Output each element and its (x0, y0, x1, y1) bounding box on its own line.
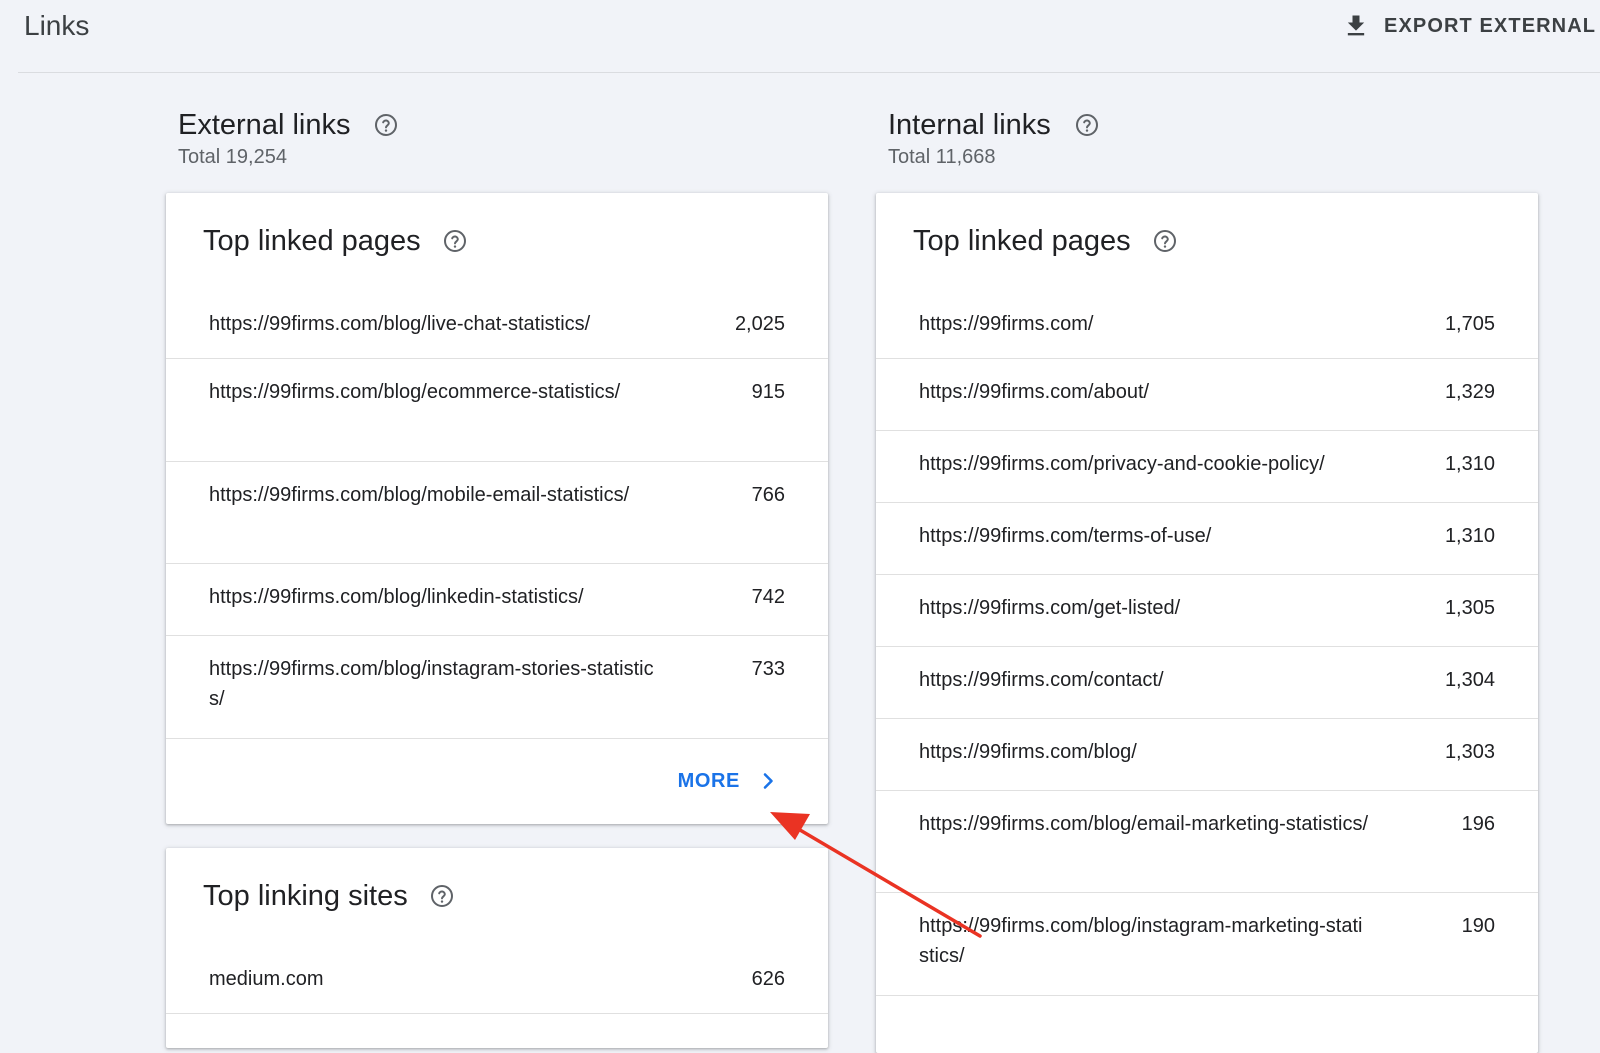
row-url: https://99firms.com/blog/mobile-email-st… (209, 484, 630, 506)
help-circle-icon[interactable] (443, 229, 467, 253)
table-row[interactable]: https://99firms.com/about/ 1,329 (876, 359, 1538, 431)
row-site: medium.com (209, 968, 324, 990)
table-row[interactable]: medium.com 626 (166, 944, 828, 1014)
row-url: https://99firms.com/contact/ (919, 669, 1164, 691)
card-title: Top linking sites (203, 880, 408, 912)
more-button[interactable]: MORE (678, 769, 780, 793)
row-count: 196 (1461, 813, 1495, 835)
table-row[interactable]: https://99firms.com/blog/linkedin-statis… (166, 564, 828, 636)
more-label: MORE (677, 769, 740, 792)
card-title: Top linked pages (913, 225, 1131, 257)
help-circle-icon[interactable] (374, 113, 398, 137)
card-header: Top linked pages (166, 193, 828, 289)
help-circle-icon[interactable] (1075, 113, 1099, 137)
table-row[interactable]: https://99firms.com/blog/instagram-stori… (166, 636, 828, 739)
table-row[interactable]: https://99firms.com/blog/instagram-marke… (876, 893, 1538, 996)
external-top-linked-pages-card: Top linked pages https://99firms.com/blo… (166, 193, 828, 824)
row-url: https://99firms.com/get-listed/ (919, 597, 1181, 619)
row-count: 1,310 (1444, 525, 1495, 547)
row-url: https://99firms.com/blog/linkedin-statis… (209, 586, 584, 608)
row-count: 733 (751, 658, 785, 680)
row-url: https://99firms.com/blog/live-chat-stati… (209, 313, 591, 335)
row-count: 626 (751, 968, 785, 990)
help-circle-icon[interactable] (1153, 229, 1177, 253)
row-count: 1,303 (1444, 741, 1495, 763)
table-row[interactable]: https://99firms.com/blog/email-marketing… (876, 791, 1538, 893)
card-header: Top linked pages (876, 193, 1538, 289)
row-url: https://99firms.com/blog/ (919, 741, 1137, 763)
row-url: https://99firms.com/blog/instagram-marke… (919, 915, 1363, 967)
row-count: 915 (751, 381, 785, 403)
table-row[interactable]: https://99firms.com/terms-of-use/ 1,310 (876, 503, 1538, 575)
table-row[interactable]: https://99firms.com/blog/mobile-email-st… (166, 462, 828, 564)
page-title: Links (24, 10, 90, 41)
row-count: 1,329 (1444, 381, 1495, 403)
row-url: https://99firms.com/blog/email-marketing… (919, 813, 1369, 835)
row-count: 1,310 (1444, 453, 1495, 475)
top-bar: Links EXPORT EXTERNAL LINKS (0, 0, 1600, 73)
row-url: https://99firms.com/ (919, 313, 1094, 335)
table-row[interactable]: https://99firms.com/contact/ 1,304 (876, 647, 1538, 719)
row-url: https://99firms.com/blog/ecommerce-stati… (209, 381, 621, 403)
table-row[interactable]: https://99firms.com/blog/ecommerce-stati… (166, 359, 828, 462)
external-links-title: External links (178, 109, 351, 141)
row-count: 766 (751, 484, 785, 506)
top-divider (18, 72, 1600, 73)
row-count: 742 (751, 586, 785, 608)
row-url: https://99firms.com/blog/instagram-stori… (209, 658, 654, 710)
internal-links-total: Total 11,668 (888, 146, 996, 168)
card-title: Top linked pages (203, 225, 421, 257)
row-url: https://99firms.com/privacy-and-cookie-p… (919, 453, 1325, 475)
row-url: https://99firms.com/terms-of-use/ (919, 525, 1212, 547)
export-external-links-button[interactable]: EXPORT EXTERNAL LINKS (1342, 8, 1600, 44)
row-count: 1,305 (1444, 597, 1495, 619)
row-url: https://99firms.com/about/ (919, 381, 1150, 403)
download-icon (1347, 15, 1365, 36)
row-count: 1,304 (1444, 669, 1495, 691)
table-row[interactable]: https://99firms.com/ 1,705 (876, 289, 1538, 359)
row-count: 190 (1461, 915, 1495, 937)
internal-links-heading: Internal links Total 11,668 (888, 108, 1099, 170)
help-circle-icon[interactable] (430, 884, 454, 908)
table-row[interactable]: https://99firms.com/blog/ 1,303 (876, 719, 1538, 791)
external-links-total: Total 19,254 (178, 146, 287, 168)
external-links-heading: External links Total 19,254 (178, 108, 398, 170)
row-count: 2,025 (734, 313, 785, 335)
table-row[interactable]: https://99firms.com/get-listed/ 1,305 (876, 575, 1538, 647)
external-top-linking-sites-card: Top linking sites medium.com 626 (166, 848, 828, 1048)
internal-top-linked-pages-card: Top linked pages https://99firms.com/ 1,… (876, 193, 1538, 1053)
row-count: 1,705 (1444, 313, 1495, 335)
card-header: Top linking sites (166, 848, 828, 944)
chevron-right-icon (763, 773, 773, 789)
export-label: EXPORT EXTERNAL LINKS (1384, 14, 1600, 37)
more-row: MORE (166, 739, 828, 823)
internal-links-title: Internal links (888, 109, 1051, 141)
table-row[interactable]: https://99firms.com/blog/live-chat-stati… (166, 289, 828, 359)
table-row[interactable]: https://99firms.com/privacy-and-cookie-p… (876, 431, 1538, 503)
